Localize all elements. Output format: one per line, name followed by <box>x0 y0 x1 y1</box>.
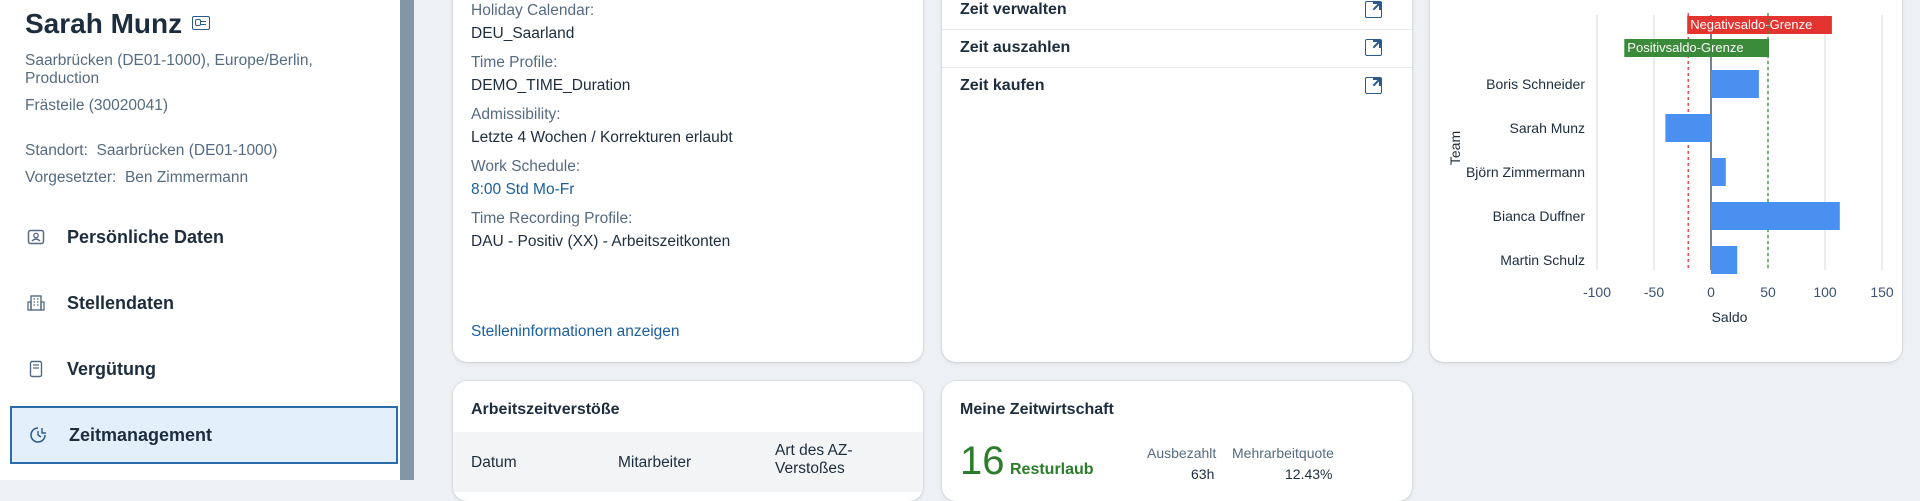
column-header-art-line2: Verstoßes <box>775 460 845 477</box>
category-label: Bianca Duffner <box>1493 208 1586 224</box>
nav-item-verguetung[interactable]: Vergütung <box>10 341 398 397</box>
action-label: Zeit kaufen <box>960 77 1045 94</box>
x-tick-label: 150 <box>1870 284 1894 300</box>
bar <box>1665 114 1711 142</box>
action-label: Zeit auszahlen <box>960 39 1071 56</box>
zeitwirtschaft-card: Meine Zeitwirtschaft 16 Resturlaub Ausbe… <box>942 381 1412 501</box>
vorgesetzter-label: Vorgesetzter: <box>25 169 117 186</box>
admissibility-label: Admissibility: <box>471 106 561 123</box>
nav-label: Stellendaten <box>67 292 175 313</box>
standort-value: Saarbrücken (DE01-1000) <box>96 142 278 159</box>
bar <box>1711 158 1726 186</box>
nav-label: Zeitmanagement <box>69 424 213 445</box>
standort-row: Standort: Saarbrücken (DE01-1000) <box>25 142 277 160</box>
column-header-art-line1: Art des AZ- <box>775 442 853 459</box>
nav-item-zeitmanagement[interactable]: Zeitmanagement <box>10 406 398 464</box>
x-tick-label: 100 <box>1813 284 1837 300</box>
sidebar: Sarah Munz Saarbrücken (DE01-1000), Euro… <box>0 0 400 480</box>
bar <box>1711 70 1759 98</box>
payment-icon <box>27 360 45 378</box>
external-link-icon <box>1365 1 1382 18</box>
limit-label: Positivsaldo-Grenze <box>1627 40 1743 55</box>
vorgesetzter-value: Ben Zimmermann <box>124 169 249 186</box>
work-schedule-label: Work Schedule: <box>471 158 581 175</box>
nav-item-stellendaten[interactable]: Stellendaten <box>10 275 398 331</box>
category-label: Björn Zimmermann <box>1466 164 1585 180</box>
y-axis-title: Team <box>1447 131 1463 165</box>
x-tick-label: 0 <box>1707 284 1715 300</box>
action-row-zeit-kaufen[interactable]: Zeit kaufen <box>942 68 1412 105</box>
column-header-mitarbeiter[interactable]: Mitarbeiter <box>618 454 691 472</box>
category-label: Sarah Munz <box>1510 120 1585 136</box>
holiday-calendar-label: Holiday Calendar: <box>471 2 595 19</box>
action-row-zeit-verwalten[interactable]: Zeit verwalten <box>942 0 1412 30</box>
x-tick-label: 50 <box>1760 284 1776 300</box>
work-schedule-link[interactable]: 8:00 Std Mo-Fr <box>471 181 574 199</box>
building-icon <box>27 294 45 312</box>
nav-item-persoenliche-daten[interactable]: Persönliche Daten <box>10 209 398 265</box>
violations-title: Arbeitszeitverstöße <box>471 401 620 418</box>
column-header-datum[interactable]: Datum <box>471 454 517 472</box>
column-header-art[interactable]: Art des AZ- Verstoßes <box>775 442 853 478</box>
employee-name: Sarah Munz <box>25 8 211 40</box>
time-recording-profile-value: DAU - Positiv (XX) - Arbeitszeitkonten <box>471 233 731 250</box>
time-profile-value: DEMO_TIME_Duration <box>471 77 631 94</box>
holiday-calendar-value: DEU_Saarland <box>471 25 575 42</box>
action-label: Zeit verwalten <box>960 1 1067 18</box>
violations-card: Arbeitszeitverstöße Datum Mitarbeiter Ar… <box>453 381 923 501</box>
sidebar-scrollbar[interactable] <box>400 0 414 480</box>
employee-department: Frästeile (30020041) <box>25 97 169 114</box>
x-axis-title: Saldo <box>1712 309 1748 325</box>
nav-label: Persönliche Daten <box>67 226 225 247</box>
violations-table-header: Datum Mitarbeiter Art des AZ- Verstoßes <box>453 432 923 492</box>
bar <box>1711 202 1840 230</box>
team-balance-chart-card: -100 -50 0 50 100 150 Negativsaldo-Grenze Posit… <box>1430 0 1902 362</box>
employee-name-text: Sarah Munz <box>25 8 183 39</box>
overtime-quota-label: Mehrarbeitquote <box>1232 445 1334 461</box>
zeitwirtschaft-title: Meine Zeitwirtschaft <box>960 401 1114 418</box>
x-tick-label: -100 <box>1583 284 1611 300</box>
remaining-leave-number: 16 <box>960 439 1005 483</box>
business-card-icon[interactable] <box>192 15 211 30</box>
time-account-icon <box>29 426 47 444</box>
time-recording-profile-label: Time Recording Profile: <box>471 210 633 227</box>
vorgesetzter-row: Vorgesetzter: Ben Zimmermann <box>25 169 248 187</box>
employee-division: Production <box>25 70 100 87</box>
remaining-leave-label: Resturlaub <box>1010 461 1094 478</box>
bar <box>1711 246 1738 274</box>
employee-location: Saarbrücken (DE01-1000), Europe/Berlin, <box>25 52 313 69</box>
team-balance-chart: -100 -50 0 50 100 150 Negativsaldo-Grenze Posit… <box>1447 13 1894 325</box>
time-profile-label: Time Profile: <box>471 54 558 71</box>
action-row-zeit-auszahlen[interactable]: Zeit auszahlen <box>942 30 1412 68</box>
external-link-icon <box>1365 77 1382 94</box>
job-info-card: Holiday Calendar: DEU_Saarland Time Prof… <box>453 0 923 362</box>
person-card-icon <box>27 228 45 246</box>
nav-label: Vergütung <box>67 358 156 379</box>
external-link-icon <box>1365 39 1382 56</box>
time-actions-card: Zeit verwalten Zeit auszahlen Zeit kaufe… <box>942 0 1412 362</box>
standort-label: Standort: <box>25 142 88 159</box>
limit-label: Negativsaldo-Grenze <box>1690 17 1812 32</box>
paid-out-label: Ausbezahlt <box>1147 445 1217 461</box>
x-tick-label: -50 <box>1644 284 1664 300</box>
category-label: Boris Schneider <box>1486 76 1585 92</box>
admissibility-value: Letzte 4 Wochen / Korrekturen erlaubt <box>471 129 733 146</box>
category-label: Martin Schulz <box>1500 252 1585 268</box>
show-job-info-link[interactable]: Stelleninformationen anzeigen <box>471 323 680 341</box>
